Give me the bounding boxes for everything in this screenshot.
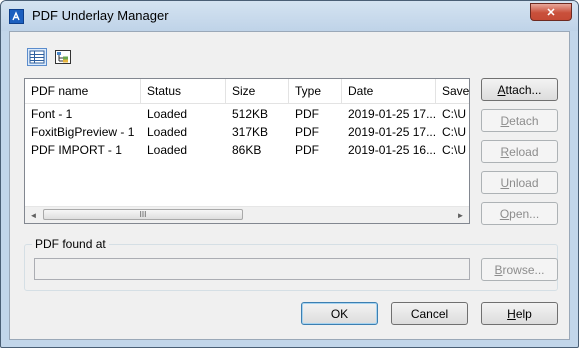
table-row[interactable]: Font - 1 Loaded 512KB PDF 2019-01-25 17.… — [25, 105, 469, 123]
window-title: PDF Underlay Manager — [32, 8, 169, 23]
open-button[interactable]: Open... — [481, 202, 558, 225]
cell-saved-path: C:\U — [442, 143, 466, 157]
list-view-icon — [29, 50, 45, 64]
pdf-list[interactable]: PDF name Status Size Type Date Save Font… — [24, 78, 470, 224]
browse-label-access-key: B — [494, 262, 503, 277]
column-header-status[interactable]: Status — [141, 79, 226, 103]
help-button[interactable]: Help — [481, 302, 558, 325]
cell-status: Loaded — [147, 143, 188, 157]
list-view-button[interactable] — [27, 48, 47, 66]
title-bar[interactable]: PDF Underlay Manager ✕ — [1, 1, 578, 31]
help-label-rest: elp — [515, 306, 532, 321]
reload-label-access-key: R — [500, 144, 510, 159]
cell-saved-path: C:\U — [442, 107, 466, 121]
pdf-found-at-label: PDF found at — [32, 237, 109, 251]
detach-button[interactable]: Detach — [481, 109, 558, 132]
table-row[interactable]: PDF IMPORT - 1 Loaded 86KB PDF 2019-01-2… — [25, 141, 469, 159]
detach-label-access-key: D — [500, 113, 510, 128]
horizontal-scrollbar[interactable]: ◄ III ► — [25, 206, 469, 223]
cell-type: PDF — [295, 143, 319, 157]
browse-button[interactable]: Browse... — [481, 258, 558, 281]
open-label-access-key: O — [499, 206, 510, 221]
app-icon — [9, 9, 24, 24]
scroll-right-icon[interactable]: ► — [452, 207, 469, 223]
unload-button[interactable]: Unload — [481, 171, 558, 194]
help-label-access-key: H — [507, 306, 516, 321]
table-row[interactable]: FoxitBigPreview - 1 Loaded 317KB PDF 201… — [25, 123, 469, 141]
detach-label-rest: etach — [509, 113, 539, 128]
found-at-path-field — [34, 258, 470, 280]
cancel-button[interactable]: Cancel — [391, 302, 468, 325]
attach-label-rest: ttach... — [505, 82, 542, 97]
ok-button[interactable]: OK — [301, 302, 378, 325]
attach-button[interactable]: Attach... — [481, 78, 558, 101]
open-label-rest: pen... — [509, 206, 540, 221]
cell-type: PDF — [295, 125, 319, 139]
column-header-pdf-name[interactable]: PDF name — [25, 79, 141, 103]
cell-pdf-name: PDF IMPORT - 1 — [31, 143, 122, 157]
attach-label-access-key: A — [497, 82, 506, 97]
list-header: PDF name Status Size Type Date Save — [25, 79, 469, 104]
column-header-type[interactable]: Type — [289, 79, 342, 103]
cell-size: 512KB — [232, 107, 269, 121]
dialog-window: PDF Underlay Manager ✕ PDF name Status S… — [0, 0, 579, 348]
unload-label-rest: nload — [509, 175, 539, 190]
cell-date: 2019-01-25 16... — [348, 143, 436, 157]
column-header-saved-path[interactable]: Save — [436, 79, 469, 103]
cell-size: 317KB — [232, 125, 269, 139]
cell-saved-path: C:\U — [442, 125, 466, 139]
close-button[interactable]: ✕ — [530, 3, 572, 21]
dialog-body: PDF name Status Size Type Date Save Font… — [9, 31, 570, 340]
close-icon: ✕ — [546, 6, 556, 19]
tree-view-button[interactable] — [53, 48, 73, 66]
reload-label-rest: eload — [509, 144, 539, 159]
cell-status: Loaded — [147, 125, 188, 139]
scroll-left-icon[interactable]: ◄ — [25, 207, 42, 223]
reload-button[interactable]: Reload — [481, 140, 558, 163]
cell-pdf-name: FoxitBigPreview - 1 — [31, 125, 135, 139]
cell-type: PDF — [295, 107, 319, 121]
cell-date: 2019-01-25 17... — [348, 107, 436, 121]
cell-size: 86KB — [232, 143, 262, 157]
browse-label-rest: rowse... — [502, 262, 545, 277]
cell-pdf-name: Font - 1 — [31, 107, 73, 121]
thumb-grip-icon: III — [139, 210, 147, 219]
cell-status: Loaded — [147, 107, 188, 121]
tree-view-icon — [55, 50, 71, 64]
column-header-size[interactable]: Size — [226, 79, 289, 103]
unload-label-access-key: U — [500, 175, 510, 190]
cell-date: 2019-01-25 17... — [348, 125, 436, 139]
scroll-thumb[interactable]: III — [43, 209, 243, 220]
column-header-date[interactable]: Date — [342, 79, 436, 103]
